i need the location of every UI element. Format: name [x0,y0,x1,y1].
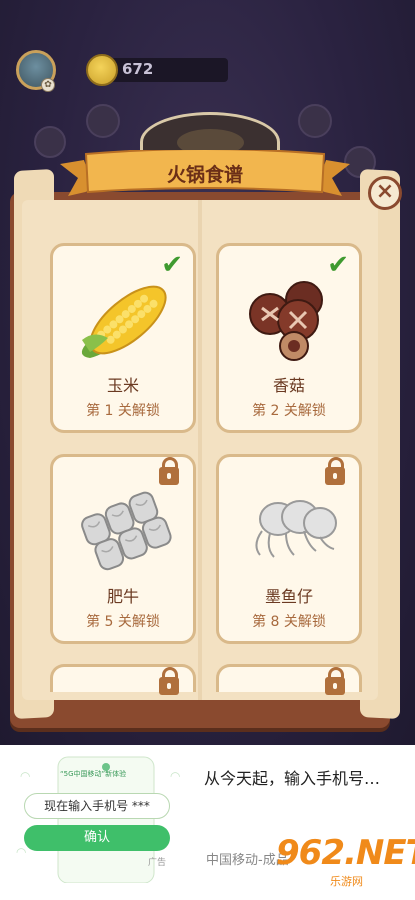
book-spine [198,200,202,700]
recipe-card-baby-squid[interactable]: 墨鱼仔 第 8 关解锁 [216,454,362,644]
recipe-name: 玉米 [106,376,139,395]
beef-roll-icon [81,491,172,571]
recipe-card-beef[interactable]: 肥牛 第 5 关解锁 [50,454,196,644]
mushroom-icon [249,281,323,361]
recipe-name: 肥牛 [106,587,139,606]
site-watermark-sub: 乐游网 [330,875,363,888]
background-plate [298,104,332,138]
ad-tiny-text: “5G中国移动”新体验 [60,770,127,778]
recipe-card-corn[interactable]: ✔ 玉米 第 1 关解锁 [50,243,196,433]
unlock-level: 第 5 关解锁 [86,614,160,630]
wifi-icon: ◠ [20,769,31,783]
wifi-icon: ◠ [16,845,27,859]
recipe-card-mushroom[interactable]: ✔ 香菇 第 2 关解锁 [216,243,362,433]
recipe-book-title: 火锅食谱 [166,164,243,186]
lock-icon [159,457,179,485]
recipe-name: 墨鱼仔 [264,587,313,606]
ad-headline[interactable]: 从今天起，输入手机号… [204,765,380,789]
lock-icon [325,667,345,695]
coin-count: 672 [122,60,154,78]
site-watermark: 962.NET [276,833,415,873]
close-button[interactable]: × [368,176,402,210]
settings-badge-icon[interactable]: ✿ [41,78,55,92]
recipe-name: 香菇 [272,376,305,395]
ad-phone-input[interactable]: 现在输入手机号 *** [24,793,170,819]
lock-icon [325,457,345,485]
wifi-icon: ◠ [170,769,181,783]
ad-tag: 广告 [148,858,167,868]
lock-icon [159,667,179,695]
ad-confirm-button[interactable]: 确认 [24,825,170,851]
baby-squid-icon [255,500,337,558]
ad-banner[interactable]: ◠ ◠ ◠ “5G中国移动”新体验 现在输入手机号 *** 确认 广告 从今天起… [0,745,415,900]
corn-icon [81,285,167,358]
recipe-card-partial[interactable] [216,664,362,695]
unlock-level: 第 2 关解锁 [252,403,326,419]
unlock-level: 第 1 关解锁 [86,403,160,419]
coin-icon [86,54,118,86]
background-plate [86,104,120,138]
unlock-level: 第 8 关解锁 [252,614,326,630]
recipe-card-partial[interactable] [50,664,196,695]
